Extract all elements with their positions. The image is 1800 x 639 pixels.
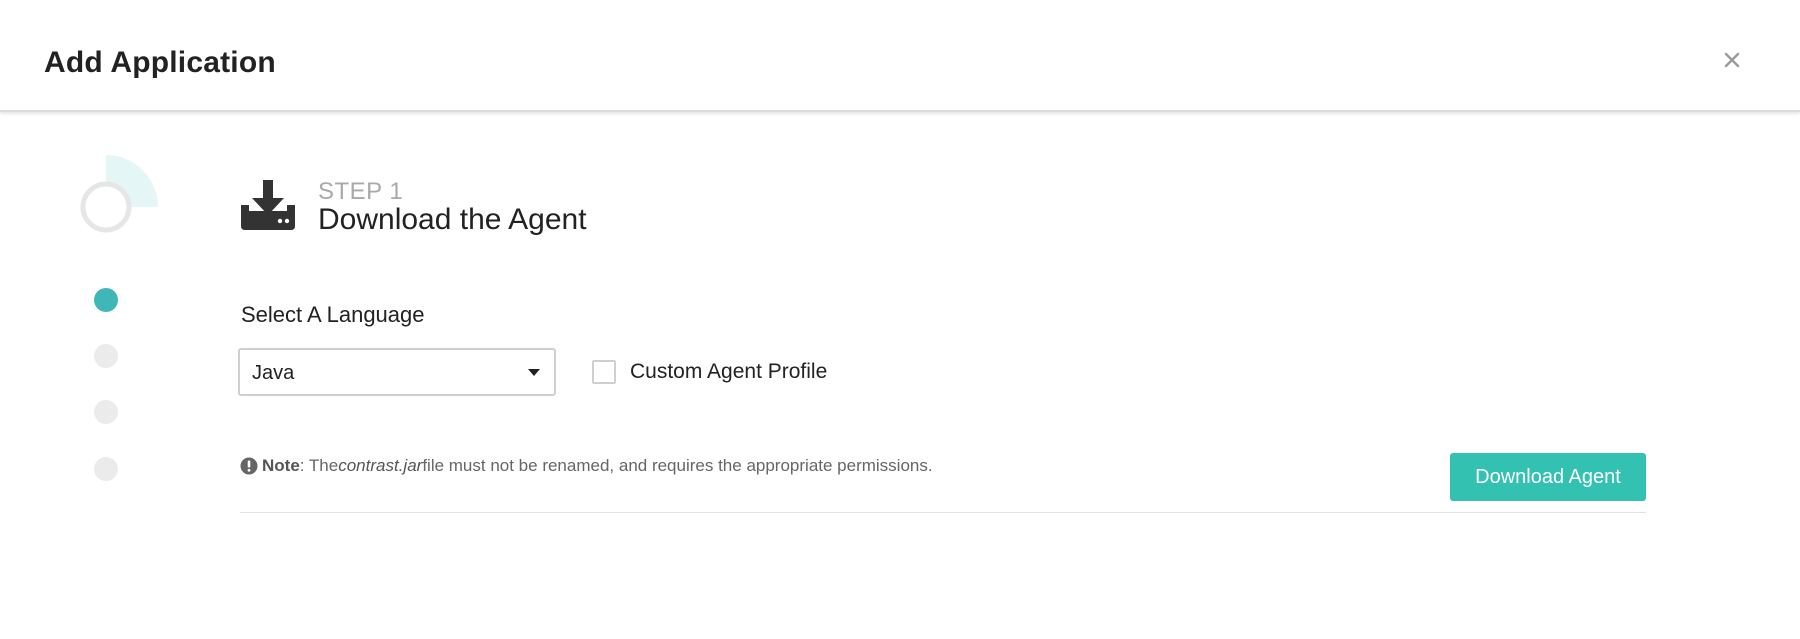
modal-title: Add Application: [44, 46, 276, 79]
close-button[interactable]: [1718, 46, 1746, 74]
step-dot-4: [94, 457, 118, 481]
close-icon: [1724, 52, 1740, 68]
note-prefix: Note: [262, 456, 300, 475]
custom-agent-profile-checkbox[interactable]: [592, 360, 616, 384]
step-title: Download the Agent: [318, 203, 587, 236]
caret-down-icon: [528, 369, 540, 376]
exclamation-circle-icon: [240, 457, 258, 475]
step-dot-1: [94, 288, 118, 312]
download-icon: [241, 180, 295, 230]
language-select-value: Java: [252, 362, 295, 384]
section-divider: [240, 512, 1646, 513]
step-label: STEP 1: [318, 178, 404, 205]
note-text: Note: The contrast.jar file must not be …: [240, 456, 933, 476]
download-agent-button[interactable]: Download Agent: [1450, 453, 1646, 501]
custom-agent-profile-label: Custom Agent Profile: [630, 360, 828, 383]
progress-ring: [80, 181, 132, 233]
note-text-before: : The: [299, 456, 339, 475]
language-select[interactable]: Java: [238, 348, 556, 396]
modal-header: Add Application: [0, 0, 1800, 112]
note-filename: contrast.jar: [338, 456, 423, 475]
custom-agent-profile-option[interactable]: Custom Agent Profile: [592, 358, 827, 386]
step-progress-indicator: [80, 155, 158, 233]
progress-quadrant: [106, 155, 158, 207]
note-text-after: file must not be renamed, and requires t…: [422, 456, 933, 475]
step-dot-2: [94, 344, 118, 368]
add-application-modal: Add Application STEP 1 Download the Agen…: [0, 0, 1800, 639]
step-dot-3: [94, 400, 118, 424]
language-label: Select A Language: [241, 302, 425, 327]
